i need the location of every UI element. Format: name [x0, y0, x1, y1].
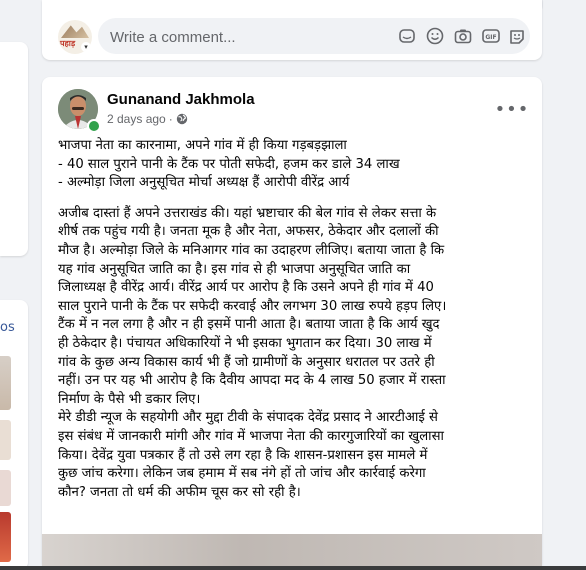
- online-status-dot: [87, 119, 101, 133]
- body-line: कुछ जांच करेगा। लेकिन जब हमाम में सब नंग…: [58, 466, 426, 482]
- comment-box[interactable]: GIF: [98, 18, 530, 56]
- globe-icon: [176, 113, 187, 125]
- body-line: शीर्ष तक पहुंच गयी है। जनता मूक है और ने…: [58, 224, 439, 240]
- feed-post: Gunanand Jakhmola 2 days ago · ••• भाजपा…: [42, 77, 542, 570]
- meta-separator: ·: [168, 112, 173, 126]
- headline-line: भाजपा नेता का कारनामा, अपने गांव में ही …: [58, 138, 347, 153]
- sidebar-thumbnail[interactable]: [0, 356, 11, 410]
- body-line: ही ठेकेदार है। पंचायत अधिकारियों ने भी इ…: [58, 335, 432, 351]
- gif-icon[interactable]: GIF: [481, 26, 501, 46]
- body-line: यह गांव अनुसूचित जाति का है। इस गांव से …: [58, 261, 411, 277]
- sidebar-thumbnail[interactable]: [0, 420, 11, 460]
- left-sidebar-card: [0, 42, 28, 256]
- body-line: मेरे डीडी न्यूज के सहयोगी और मुद्दा टीवी…: [58, 410, 438, 426]
- post-author[interactable]: Gunanand Jakhmola: [107, 91, 255, 108]
- body-line: नहीं। उन पर यह भी आरोप है कि दैवीय आपदा …: [58, 373, 446, 389]
- svg-text:GIF: GIF: [485, 34, 496, 41]
- sidebar-thumbnail[interactable]: [0, 470, 11, 506]
- left-sidebar-card-2: os: [0, 300, 28, 570]
- bottom-edge: [0, 566, 586, 570]
- headline-line: - अल्मोड़ा जिला अनुसूचित मोर्चा अध्यक्ष …: [58, 175, 350, 191]
- sticker-icon[interactable]: [397, 26, 417, 46]
- avatar-logo-text: पहाड़: [60, 39, 76, 48]
- body-line: साल पुराने पानी के टैंक पर सफेदी करवाई औ…: [58, 298, 447, 314]
- emoji-icon[interactable]: [425, 26, 445, 46]
- mountain-logo-icon: [61, 25, 89, 38]
- more-options-icon[interactable]: •••: [494, 91, 530, 127]
- body-line: अजीब दास्तां हैं अपने उत्तराखंड की। यहां…: [58, 205, 437, 221]
- body-line: टैंक में न नल लगा है और न ही इसमें पानी …: [58, 317, 440, 333]
- post-text: भाजपा नेता का कारनामा, अपने गांव में ही …: [58, 137, 530, 502]
- body-line: गांव के कुछ अन्य विकास कार्य भी हैं जो ग…: [58, 354, 435, 370]
- commenter-avatar[interactable]: पहाड़ ▾: [58, 20, 92, 54]
- sidebar-thumbnail[interactable]: [0, 512, 11, 562]
- body-line: कौन? जनता तो धर्म की अफीम चूस कर सो रही …: [58, 484, 301, 500]
- comment-input[interactable]: [108, 18, 362, 56]
- post-image[interactable]: [42, 534, 542, 570]
- body-line: मौज है। अल्मोड़ा जिले के मनिआगर गांव का …: [58, 242, 445, 258]
- camera-icon[interactable]: [453, 26, 473, 46]
- body-line: निर्माण के पैसे भी डकार लिए।: [58, 391, 201, 407]
- left-sidebar-link[interactable]: os: [0, 320, 15, 335]
- body-line: किया। देवेंद्र युवा पत्रकार हैं तो उसे ल…: [58, 447, 428, 463]
- post-timestamp[interactable]: 2 days ago: [107, 112, 166, 126]
- avatar-sticker-icon[interactable]: [507, 26, 527, 46]
- post-meta: 2 days ago ·: [107, 112, 188, 126]
- comment-composer-card: पहाड़ ▾ GIF: [42, 0, 542, 60]
- headline-line: - 40 साल पुराने पानी के टैंक पर पोती सफे…: [58, 156, 400, 172]
- body-line: जिलाध्यक्ष है वीरेंद्र आर्य। वीरेंद्र आर…: [58, 280, 434, 296]
- chevron-down-icon[interactable]: ▾: [81, 42, 91, 52]
- body-line: इस संबंध में जानकारी मांगी और गांव में भ…: [58, 428, 444, 444]
